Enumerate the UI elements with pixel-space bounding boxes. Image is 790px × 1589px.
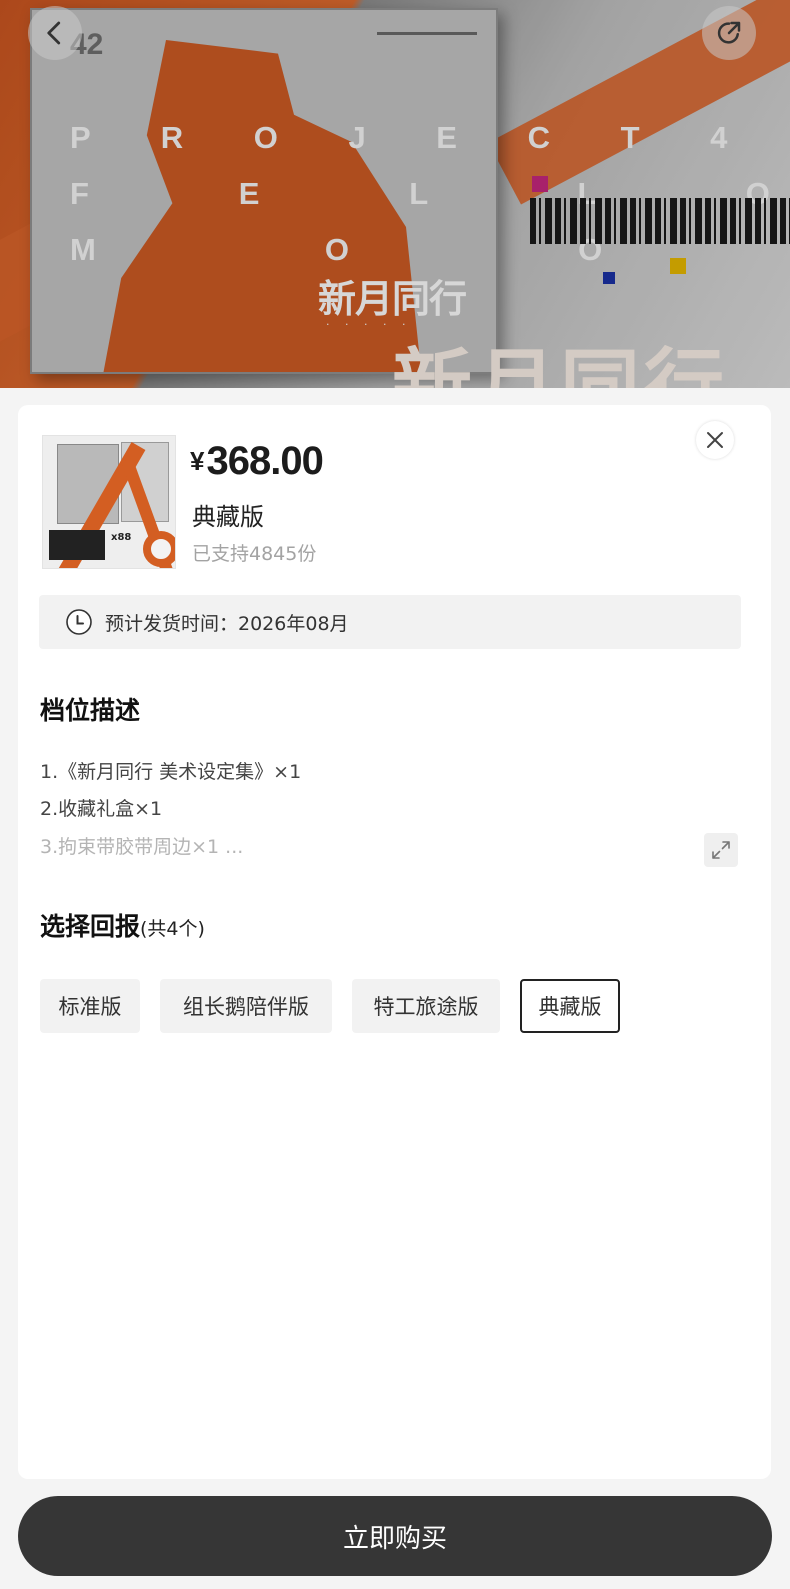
- supporter-count: 已支持4845份: [192, 543, 317, 565]
- clock-icon: [66, 609, 92, 635]
- back-button[interactable]: [28, 6, 82, 60]
- rewards-title-text: 选择回报: [40, 912, 141, 941]
- shipping-info: 预计发货时间：2026年08月: [39, 595, 741, 649]
- hero-banner: 42 P R O J E C T 4 2 F E L L O W M O O N…: [0, 0, 790, 388]
- price: ¥368.00: [190, 439, 324, 484]
- reward-option-goose[interactable]: 组长鹅陪伴版: [160, 979, 332, 1033]
- hero-shade: [0, 0, 790, 388]
- shipping-text: 预计发货时间：2026年08月: [105, 612, 349, 635]
- share-icon: [717, 21, 741, 44]
- description-line: 3.拘束带胶带周边×1 ...: [40, 836, 244, 858]
- description-title: 档位描述: [40, 696, 141, 725]
- product-thumbnail: x88: [42, 435, 176, 569]
- expand-button[interactable]: [704, 833, 738, 867]
- description-line: 2.收藏礼盒×1: [40, 798, 163, 820]
- reward-options: 标准版 组长鹅陪伴版 特工旅途版 典藏版: [40, 979, 640, 1033]
- reward-option-collector[interactable]: 典藏版: [520, 979, 620, 1033]
- thumb-card: [49, 530, 105, 560]
- reward-sheet: x88 ¥368.00 典藏版 已支持4845份 预计发货时间：2026年08月…: [18, 405, 771, 1479]
- rewards-title: 选择回报(共4个): [40, 907, 205, 943]
- close-icon: [707, 432, 723, 448]
- description-line: 1.《新月同行 美术设定集》×1: [40, 761, 302, 783]
- thumb-tape: [143, 531, 175, 567]
- price-amount: 368.00: [206, 439, 323, 483]
- close-button[interactable]: [696, 421, 734, 459]
- buy-now-button[interactable]: 立即购买: [18, 1496, 772, 1576]
- thumb-label: x88: [111, 532, 132, 543]
- currency-symbol: ¥: [190, 446, 205, 476]
- reward-option-standard[interactable]: 标准版: [40, 979, 140, 1033]
- reward-option-agent[interactable]: 特工旅途版: [352, 979, 500, 1033]
- rewards-count: (共4个): [140, 918, 205, 940]
- tier-name: 典藏版: [192, 503, 264, 531]
- share-button[interactable]: [702, 6, 756, 60]
- chevron-left-icon: [47, 21, 61, 45]
- expand-icon: [712, 841, 730, 859]
